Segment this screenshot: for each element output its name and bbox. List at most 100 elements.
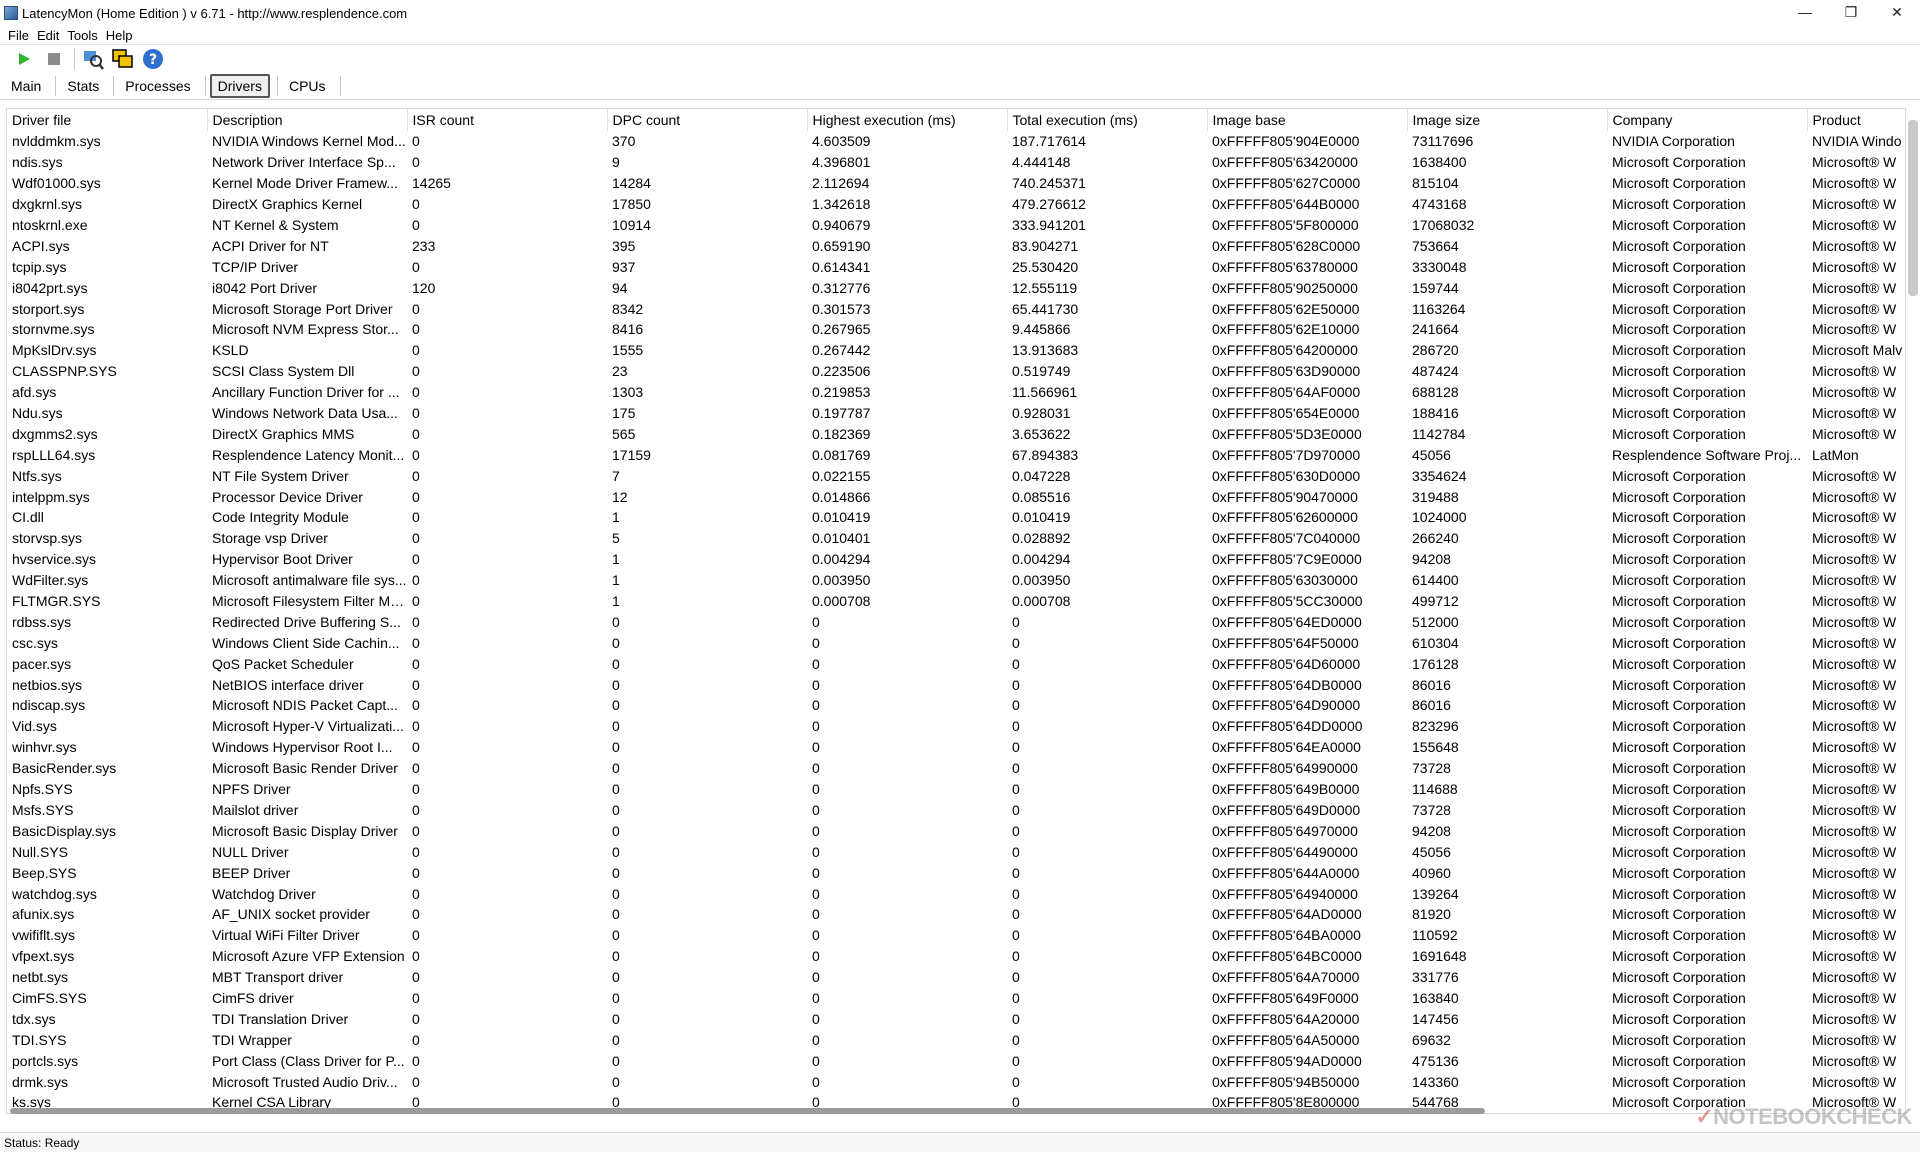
table-cell: Microsoft Azure VFP Extension: [212, 948, 405, 965]
table-row[interactable]: Vid.sys Microsoft Hyper-V Virtualizati...…: [7, 716, 1905, 737]
table-cell: 1: [612, 509, 620, 526]
close-icon[interactable]: ✕: [1874, 0, 1920, 24]
table-row[interactable]: Wdf01000.sys Kernel Mode Driver Framew...…: [7, 173, 1905, 194]
table-row[interactable]: ndis.sys Network Driver Interface Sp... 0 9…: [7, 152, 1905, 173]
table-cell: 0: [1012, 613, 1020, 630]
restore-icon[interactable]: ❐: [1828, 0, 1874, 24]
table-row[interactable]: portcls.sys Port Class (Class Driver for …: [7, 1050, 1905, 1071]
column-header[interactable]: Product: [1807, 109, 1905, 131]
table-cell: Microsoft Corporation: [1612, 843, 1746, 860]
table-cell: Microsoft® W: [1812, 948, 1897, 965]
table-row[interactable]: Msfs.SYS Mailslot driver 0 0 0 0 0xFFFFF805'64…: [7, 800, 1905, 821]
table-row[interactable]: CLASSPNP.SYS SCSI Class System Dll 0 23 0.22…: [7, 361, 1905, 382]
stop-icon[interactable]: [42, 47, 66, 71]
table-row[interactable]: ntoskrnl.exe NT Kernel & System 0 10914 0.94…: [7, 215, 1905, 236]
table-row[interactable]: Beep.SYS BEEP Driver 0 0 0 0 0xFFFFF805'644A00…: [7, 862, 1905, 883]
table-row[interactable]: vwififlt.sys Virtual WiFi Filter Driver 0 0…: [7, 925, 1905, 946]
table-cell: 0.614341: [812, 258, 871, 275]
tab-stats[interactable]: Stats: [60, 75, 106, 97]
status-bar: Status: Ready: [0, 1132, 1920, 1152]
table-cell: Microsoft Corporation: [1612, 509, 1746, 526]
table-row[interactable]: netbt.sys MBT Transport driver 0 0 0 0 0xFFFFF…: [7, 967, 1905, 988]
menu-help[interactable]: Help: [106, 28, 133, 43]
table-row[interactable]: stornvme.sys Microsoft NVM Express Stor..…: [7, 319, 1905, 340]
table-cell: Microsoft® W: [1812, 467, 1897, 484]
tab-processes[interactable]: Processes: [118, 75, 197, 97]
table-row[interactable]: Null.SYS NULL Driver 0 0 0 0 0xFFFFF805'644900…: [7, 841, 1905, 862]
table-row[interactable]: Npfs.SYS NPFS Driver 0 0 0 0 0xFFFFF805'649B00…: [7, 779, 1905, 800]
tab-drivers[interactable]: Drivers: [209, 73, 270, 98]
table-row[interactable]: TDI.SYS TDI Wrapper 0 0 0 0 0xFFFFF805'64A5000…: [7, 1029, 1905, 1050]
horizontal-scrollbar[interactable]: [10, 1108, 1485, 1114]
column-header[interactable]: Company: [1607, 109, 1808, 131]
table-row[interactable]: afd.sys Ancillary Function Driver for ...…: [7, 382, 1905, 403]
play-icon[interactable]: [12, 47, 36, 71]
table-cell: 0.004294: [1012, 551, 1071, 568]
table-cell: 0.000708: [1012, 593, 1071, 610]
table-cell: 14265: [412, 175, 451, 192]
table-row[interactable]: watchdog.sys Watchdog Driver 0 0 0 0 0xFFFFF80…: [7, 883, 1905, 904]
table-row[interactable]: WdFilter.sys Microsoft antimalware file s…: [7, 570, 1905, 591]
table-cell: 0: [812, 822, 820, 839]
column-header[interactable]: Image base: [1207, 109, 1408, 131]
table-cell: 65.441730: [1012, 300, 1079, 317]
table-row[interactable]: MpKslDrv.sys KSLD 0 1555 0.267442 13.913683 0x…: [7, 340, 1905, 361]
table-cell: 114688: [1412, 781, 1458, 798]
table-row[interactable]: dxgkrnl.sys DirectX Graphics Kernel 0 17850…: [7, 194, 1905, 215]
table-row[interactable]: Ndu.sys Windows Network Data Usa... 0 175 0.…: [7, 403, 1905, 424]
table-row[interactable]: ndiscap.sys Microsoft NDIS Packet Capt...…: [7, 695, 1905, 716]
table-row[interactable]: rspLLL64.sys Resplendence Latency Monit..…: [7, 444, 1905, 465]
menu-tools[interactable]: Tools: [67, 28, 97, 43]
table-row[interactable]: storvsp.sys Storage vsp Driver 0 5 0.010401 0…: [7, 528, 1905, 549]
table-row[interactable]: pacer.sys QoS Packet Scheduler 0 0 0 0 0xFFFFF…: [7, 653, 1905, 674]
column-header[interactable]: Driver file: [7, 109, 208, 131]
table-row[interactable]: vfpext.sys Microsoft Azure VFP Extension 0…: [7, 946, 1905, 967]
table-row[interactable]: tcpip.sys TCP/IP Driver 0 937 0.614341 25.530…: [7, 256, 1905, 277]
column-header[interactable]: ISR count: [407, 109, 608, 131]
table-cell: Windows Client Side Cachin...: [212, 634, 400, 651]
table-row[interactable]: BasicDisplay.sys Microsoft Basic Display …: [7, 820, 1905, 841]
table-row[interactable]: i8042prt.sys i8042 Port Driver 120 94 0.3127…: [7, 277, 1905, 298]
table-cell: CI.dll: [12, 509, 44, 526]
table-cell: Vid.sys: [12, 718, 57, 735]
minimize-icon[interactable]: —: [1782, 0, 1828, 24]
table-row[interactable]: nvlddmkm.sys NVIDIA Windows Kernel Mod...…: [7, 131, 1905, 152]
table-row[interactable]: csc.sys Windows Client Side Cachin... 0 0 0 0…: [7, 632, 1905, 653]
table-row[interactable]: Ntfs.sys NT File System Driver 0 7 0.022155 0…: [7, 465, 1905, 486]
table-row[interactable]: tdx.sys TDI Translation Driver 0 0 0 0 0xFFFFF…: [7, 1008, 1905, 1029]
column-header[interactable]: Total execution (ms): [1007, 109, 1208, 131]
windows-icon[interactable]: [111, 47, 135, 71]
table-row[interactable]: CI.dll Code Integrity Module 0 1 0.010419 0.0…: [7, 507, 1905, 528]
table-row[interactable]: afunix.sys AF_UNIX socket provider 0 0 0 0 0xF…: [7, 904, 1905, 925]
table-row[interactable]: FLTMGR.SYS Microsoft Filesystem Filter Ma…: [7, 591, 1905, 612]
table-row[interactable]: drmk.sys Microsoft Trusted Audio Driv... 0…: [7, 1071, 1905, 1092]
table-row[interactable]: ACPI.sys ACPI Driver for NT 233 395 0.659190…: [7, 235, 1905, 256]
column-header[interactable]: Description: [207, 109, 408, 131]
vertical-scrollbar[interactable]: [1908, 120, 1918, 296]
table-row[interactable]: rdbss.sys Redirected Drive Buffering S...…: [7, 611, 1905, 632]
table-row[interactable]: netbios.sys NetBIOS interface driver 0 0 0 0 0…: [7, 674, 1905, 695]
column-header[interactable]: Highest execution (ms): [807, 109, 1008, 131]
column-header[interactable]: DPC count: [607, 109, 808, 131]
table-cell: pacer.sys: [12, 655, 72, 672]
menu-file[interactable]: File: [8, 28, 29, 43]
table-row[interactable]: BasicRender.sys Microsoft Basic Render Dr…: [7, 758, 1905, 779]
table-row[interactable]: dxgmms2.sys DirectX Graphics MMS 0 565 0.182…: [7, 423, 1905, 444]
table-cell: 155648: [1412, 739, 1459, 756]
table-cell: 9: [612, 154, 620, 171]
menu-edit[interactable]: Edit: [37, 28, 59, 43]
table-row[interactable]: intelppm.sys Processor Device Driver 0 12 0.…: [7, 486, 1905, 507]
status-text: Status: Ready: [4, 1135, 80, 1150]
table-row[interactable]: hvservice.sys Hypervisor Boot Driver 0 1 0.0…: [7, 549, 1905, 570]
tab-cpus[interactable]: CPUs: [282, 75, 333, 97]
help-icon[interactable]: ?: [141, 47, 165, 71]
table-cell: 0xFFFFF805'64990000: [1212, 760, 1358, 777]
table-row[interactable]: CimFS.SYS CimFS driver 0 0 0 0 0xFFFFF805'649F…: [7, 988, 1905, 1009]
tab-main[interactable]: Main: [4, 75, 48, 97]
search-driver-icon[interactable]: [81, 47, 105, 71]
table-cell: 333.941201: [1012, 217, 1086, 233]
table-row[interactable]: winhvr.sys Windows Hypervisor Root I... 0 0…: [7, 737, 1905, 758]
table-cell: 23: [612, 363, 628, 380]
column-header[interactable]: Image size: [1407, 109, 1608, 131]
table-row[interactable]: storport.sys Microsoft Storage Port Drive…: [7, 298, 1905, 319]
